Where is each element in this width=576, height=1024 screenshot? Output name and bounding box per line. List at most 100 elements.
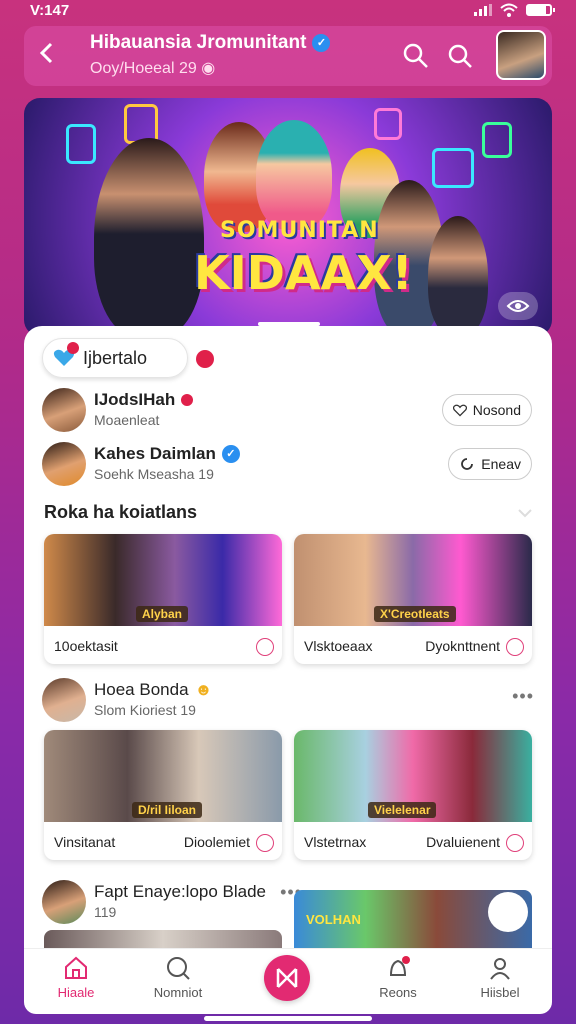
verified-icon: ✓ — [312, 34, 331, 52]
avatar — [42, 678, 86, 722]
hero-banner[interactable]: SOMUNITAN KIDAAX! — [24, 98, 552, 336]
user-subtitle: Soehk Mseasha 19 — [94, 466, 214, 482]
like-icon[interactable] — [256, 834, 274, 852]
post-subtitle: Slom Kioriest 19 — [94, 702, 196, 718]
user-name: IJodsIHah — [94, 390, 194, 410]
group-pill-label: Ijbertalo — [83, 347, 148, 368]
search-alt-icon[interactable] — [402, 42, 430, 70]
video-tag: D/ril Iiloan — [132, 802, 203, 818]
nav-label: Reons — [379, 985, 417, 1000]
avatar — [42, 442, 86, 486]
user-subtitle: Moaenleat — [94, 412, 160, 428]
video-card[interactable]: D/ril Iiloan Vinsitanat Dioolemiet — [44, 730, 282, 860]
hero-person — [94, 138, 204, 336]
status-time: V:147 — [30, 2, 70, 19]
chevron-left-icon — [39, 42, 53, 64]
like-icon[interactable] — [506, 834, 524, 852]
verified-icon: ✓ — [221, 445, 240, 463]
system-icons — [474, 3, 555, 17]
like-icon[interactable] — [506, 638, 524, 656]
action-button-label: Eneav — [481, 456, 521, 472]
hero-person — [428, 216, 488, 336]
nav-search[interactable]: Nomniot — [138, 955, 218, 1000]
notification-dot — [67, 342, 79, 354]
battery-icon — [526, 4, 555, 16]
user-name-text: Kahes Daimlan — [94, 444, 216, 463]
home-indicator — [204, 1016, 372, 1021]
nav-notifications[interactable]: Reons — [358, 955, 438, 1000]
profile-avatar[interactable] — [496, 30, 546, 80]
chevron-down-icon[interactable] — [518, 508, 532, 518]
like-icon[interactable] — [256, 638, 274, 656]
hero-person — [256, 120, 332, 230]
user-name-text: IJodsIHah — [94, 390, 176, 409]
post-subtitle: 119 — [94, 904, 117, 920]
video-thumbnail[interactable] — [44, 930, 282, 950]
video-title: Vlsktoeaax — [304, 638, 373, 654]
avatar — [42, 880, 86, 924]
follow-button-label: Nosond — [472, 402, 521, 418]
section-title: Roka ha koiatlans — [44, 502, 198, 522]
view-toggle-button[interactable] — [498, 292, 538, 320]
video-tag: Vielelenar — [368, 802, 437, 818]
eye-icon — [506, 300, 530, 312]
action-button[interactable]: Eneav — [448, 448, 532, 480]
bottom-nav: Hiaale Nomniot Reons Hiisbel — [24, 948, 552, 1014]
follow-button[interactable]: Nosond — [441, 394, 532, 426]
emoji-icon: ☻ — [194, 680, 213, 699]
video-title: Vinsitanat — [54, 834, 116, 850]
neon-frame — [482, 122, 512, 158]
signal-icon — [474, 4, 492, 16]
post-author-text: Hoea Bonda — [94, 680, 189, 699]
user-row[interactable]: IJodsIHah Moaenleat Nosond — [42, 388, 532, 434]
page-subtitle: Ooy/Hoeeal 29 ◉ — [90, 58, 215, 78]
video-thumbnail[interactable]: VOLHAN — [294, 890, 532, 950]
nav-label: Hiisbel — [480, 985, 520, 1000]
nav-profile[interactable]: Hiisbel — [460, 955, 540, 1000]
video-tag: VOLHAN — [306, 912, 361, 927]
video-card[interactable]: Alyban 10oektasit — [44, 534, 282, 664]
neon-frame — [432, 148, 474, 188]
avatar — [42, 388, 86, 432]
video-title: Vlstetrnax — [304, 834, 367, 850]
page-title: Hibauansia Jromunitant ✓ — [90, 32, 331, 54]
video-meta: Dioolemiet — [183, 834, 250, 850]
refresh-icon — [461, 458, 474, 470]
back-button[interactable] — [34, 40, 60, 66]
page-subtitle-text: Ooy/Hoeeal 29 — [90, 60, 197, 77]
profile-icon — [490, 958, 510, 980]
post-header[interactable]: Hoea Bonda ☻ Slom Kioriest 19 — [42, 678, 532, 724]
header-bar: Hibauansia Jromunitant ✓ Ooy/Hoeeal 29 ◉ — [24, 26, 552, 86]
home-icon — [65, 956, 87, 979]
video-card[interactable]: Vielelenar Vlstetrnax Dvaluienent — [294, 730, 532, 860]
nav-home[interactable]: Hiaale — [36, 955, 116, 1000]
hero-title-small: SOMUNITAN — [220, 218, 379, 243]
post-author: Fapt Enaye:lopo Blade — [94, 882, 267, 901]
group-pill[interactable]: Ijbertalo — [42, 338, 188, 378]
neon-frame — [374, 108, 402, 140]
more-options-icon[interactable]: ••• — [512, 686, 534, 707]
video-meta: Dvaluienent — [426, 834, 500, 850]
video-title: 10oektasit — [54, 638, 118, 654]
like-badge-icon — [196, 350, 214, 368]
floating-avatar[interactable] — [488, 892, 528, 932]
create-button[interactable] — [264, 955, 310, 1001]
search-icon — [167, 957, 190, 980]
heart-outline-icon — [452, 404, 467, 416]
video-card[interactable]: X'Creotleats Vlsktoeaax Dyoknttnent — [294, 534, 532, 664]
hero-title-large: KIDAAX! — [194, 246, 413, 300]
wifi-icon — [500, 3, 518, 17]
status-bar: V:147 — [0, 0, 576, 22]
user-name: Kahes Daimlan ✓ — [94, 444, 240, 464]
notifications-icon — [389, 956, 410, 976]
video-meta: Dyoknttnent — [425, 638, 500, 654]
location-icon: ◉ — [201, 60, 216, 77]
nav-label: Nomniot — [153, 985, 203, 1000]
post-author: Hoea Bonda ☻ — [94, 680, 212, 700]
nav-label: Hiaale — [57, 985, 95, 1000]
page-title-text: Hibauansia Jromunitant — [90, 32, 307, 53]
user-row[interactable]: Kahes Daimlan ✓ Soehk Mseasha 19 Eneav — [42, 442, 532, 488]
search-icon[interactable] — [446, 42, 474, 70]
create-icon — [276, 968, 298, 988]
badge-icon — [181, 394, 194, 406]
